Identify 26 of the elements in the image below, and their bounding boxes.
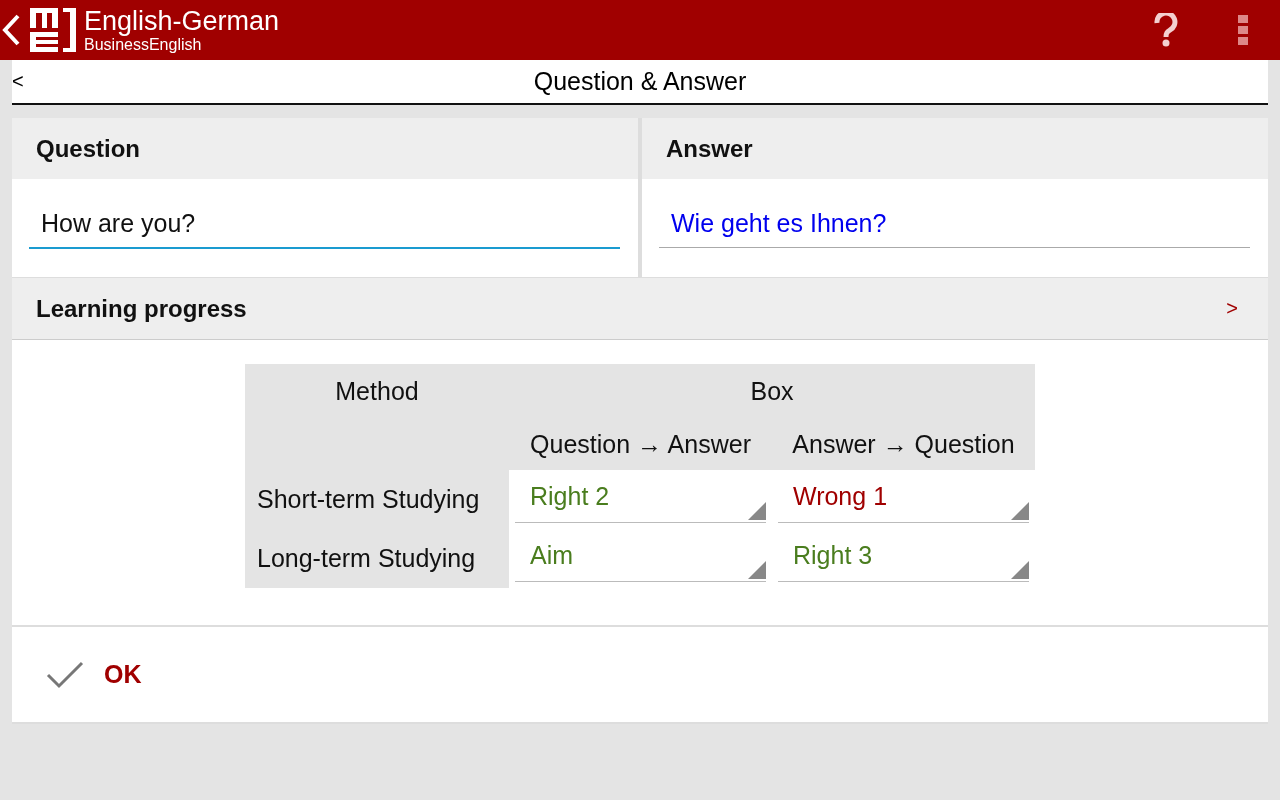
column-header: Question → Answer — [509, 418, 772, 470]
section-title: Question — [36, 134, 140, 163]
text-field[interactable]: Wie geht es Ihnen? — [659, 199, 1250, 248]
expand-toggle[interactable]: > — [1220, 296, 1244, 321]
method-cell: Long-term Studying — [245, 529, 509, 588]
back-icon[interactable] — [0, 12, 22, 48]
app-title: English-German — [84, 6, 280, 36]
corner-triangle-icon — [1011, 502, 1029, 520]
section-title: Learning progress — [36, 294, 247, 323]
column-header: Box — [509, 364, 1035, 418]
help-icon[interactable] — [1154, 13, 1178, 47]
app-subtitle: BusinessEnglish — [84, 36, 203, 54]
check-icon — [46, 660, 84, 689]
menu-icon[interactable] — [1238, 15, 1248, 45]
section-title: Answer — [666, 134, 753, 163]
corner-triangle-icon — [748, 561, 766, 579]
method-cell: Short-term Studying — [245, 470, 509, 529]
screen-title: Question & Answer — [533, 67, 747, 96]
corner-triangle-icon — [748, 502, 766, 520]
corner-triangle-icon — [1011, 561, 1029, 579]
logo-icon — [30, 8, 76, 52]
ok-button[interactable]: OK — [40, 659, 148, 690]
column-header: Answer → Question — [772, 418, 1035, 470]
back-button[interactable]: < — [12, 70, 24, 93]
column-header: Method — [245, 364, 509, 418]
text-field[interactable]: How are you? — [29, 199, 620, 249]
